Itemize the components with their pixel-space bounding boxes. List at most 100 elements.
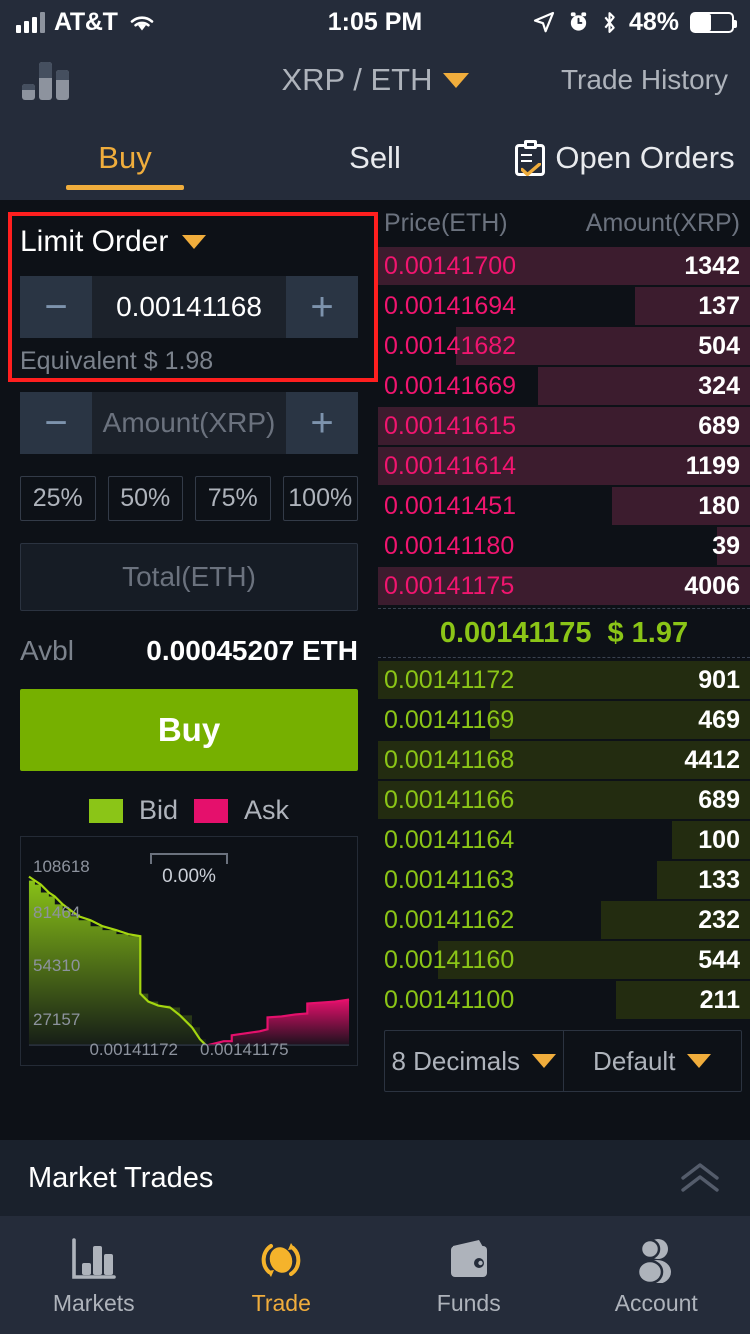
ask-amount: 1199 [686, 452, 740, 481]
caret-down-icon [687, 1054, 711, 1068]
legend-bid-label: Bid [139, 795, 178, 826]
ask-amount: 324 [698, 372, 740, 401]
orderbook-ask-row[interactable]: 0.00141615 689 [378, 406, 750, 446]
orderbook-ask-row[interactable]: 0.00141180 39 [378, 526, 750, 566]
depth-x-tick-0: 0.00141172 [89, 1040, 178, 1060]
ask-price: 0.00141451 [384, 492, 516, 521]
nav-item-markets[interactable]: Markets [0, 1233, 188, 1317]
order-type-selector[interactable]: Limit Order [20, 200, 358, 268]
orderbook-bid-row[interactable]: 0.00141163 133 [378, 860, 750, 900]
bid-price: 0.00141166 [384, 786, 514, 815]
bid-price: 0.00141160 [384, 946, 514, 975]
bid-amount: 4412 [684, 746, 740, 775]
orderbook-ask-row[interactable]: 0.00141700 1342 [378, 246, 750, 286]
orderbook-header: Price(ETH) Amount(XRP) [378, 200, 750, 246]
double-chevron-up-icon[interactable] [678, 1161, 722, 1195]
amount-decrement-button[interactable]: − [20, 392, 92, 454]
caret-down-icon [443, 73, 469, 88]
wallet-icon [443, 1233, 495, 1283]
battery-icon [690, 12, 734, 33]
ask-amount: 137 [698, 292, 740, 321]
percent-button-75[interactable]: 75% [195, 476, 271, 521]
market-trades-bar[interactable]: Market Trades [0, 1140, 750, 1216]
tab-open-orders[interactable]: Open Orders [500, 116, 750, 200]
orderbook-ask-row[interactable]: 0.00141669 324 [378, 366, 750, 406]
price-decrement-button[interactable]: − [20, 276, 92, 338]
ask-swatch-icon [194, 799, 228, 823]
depth-y-tick-0: 108618 [33, 857, 90, 877]
location-arrow-icon [532, 10, 556, 34]
tab-buy[interactable]: Buy [0, 116, 250, 200]
equivalent-label: Equivalent $ 1.98 [20, 338, 358, 384]
orderbook-panel: Price(ETH) Amount(XRP) 0.00141700 1342 0… [378, 200, 750, 1152]
nav-item-account[interactable]: Account [563, 1233, 750, 1317]
bid-amount: 232 [698, 906, 740, 935]
orderbook-ask-row[interactable]: 0.00141614 1199 [378, 446, 750, 486]
battery-percent-label: 48% [629, 8, 679, 37]
orderbook-bid-row[interactable]: 0.00141164 100 [378, 820, 750, 860]
ask-price: 0.00141700 [384, 252, 516, 281]
bid-price: 0.00141168 [384, 746, 514, 775]
percent-buttons: 25% 50% 75% 100% [20, 476, 358, 521]
orderbook-price-header: Price(ETH) [384, 209, 508, 238]
ask-amount: 1342 [684, 252, 740, 281]
orderbook-bid-row[interactable]: 0.00141169 469 [378, 700, 750, 740]
caret-down-icon [182, 235, 206, 249]
bar-chart-icon [68, 1233, 120, 1283]
orderbook-controls: 8 Decimals Default [384, 1030, 742, 1092]
bid-price: 0.00141169 [384, 706, 514, 735]
percent-button-25[interactable]: 25% [20, 476, 96, 521]
price-increment-button[interactable]: + [286, 276, 358, 338]
view-select-label: Default [593, 1046, 675, 1077]
orderbook-ask-row[interactable]: 0.00141682 504 [378, 326, 750, 366]
bid-amount: 469 [698, 706, 740, 735]
orderbook-mid-price: 0.00141175 $ 1.97 [378, 608, 750, 658]
amount-input[interactable]: Amount(XRP) [92, 392, 286, 454]
legend-ask-label: Ask [244, 795, 289, 826]
buy-button[interactable]: Buy [20, 689, 358, 771]
status-bar: AT&T 1:05 PM 48% [0, 0, 750, 44]
tab-sell[interactable]: Sell [250, 116, 500, 200]
orderbook-ask-row[interactable]: 0.00141694 137 [378, 286, 750, 326]
price-stepper: − 0.00141168 + [20, 276, 358, 338]
orderbook-bid-row[interactable]: 0.00141100 211 [378, 980, 750, 1020]
trade-tabs: Buy Sell Open Orders [0, 116, 750, 200]
mid-price-value: 0.00141175 [440, 617, 592, 650]
bar-chart-icon[interactable] [22, 60, 84, 100]
price-input[interactable]: 0.00141168 [92, 276, 286, 338]
depth-y-tick-2: 54310 [33, 956, 80, 976]
trade-refresh-icon [255, 1233, 307, 1283]
orderbook-bid-row[interactable]: 0.00141160 544 [378, 940, 750, 980]
depth-chart[interactable]: 108618 81464 54310 27157 0.00% 0.0014117… [20, 836, 358, 1066]
amount-stepper: − Amount(XRP) + [20, 392, 358, 454]
bid-amount: 133 [698, 866, 740, 895]
nav-item-funds[interactable]: Funds [375, 1233, 563, 1317]
tab-buy-label: Buy [98, 140, 151, 176]
ask-price: 0.00141180 [384, 532, 514, 561]
caret-down-icon [532, 1054, 556, 1068]
view-select[interactable]: Default [563, 1031, 742, 1091]
total-input[interactable]: Total(ETH) [20, 543, 358, 611]
orderbook-ask-row[interactable]: 0.00141175 4006 [378, 566, 750, 606]
trade-history-button[interactable]: Trade History [561, 64, 728, 96]
orderbook-bid-row[interactable]: 0.00141166 689 [378, 780, 750, 820]
available-balance: Avbl 0.00045207 ETH [20, 635, 358, 667]
nav-label-trade: Trade [252, 1290, 311, 1317]
wifi-icon [127, 11, 157, 33]
amount-increment-button[interactable]: + [286, 392, 358, 454]
percent-button-100[interactable]: 100% [283, 476, 359, 521]
bid-price: 0.00141172 [384, 666, 514, 695]
orderbook-bid-row[interactable]: 0.00141172 901 [378, 660, 750, 700]
clipboard-check-icon [515, 140, 545, 176]
orderbook-bid-row[interactable]: 0.00141162 232 [378, 900, 750, 940]
bid-amount: 544 [698, 946, 740, 975]
orderbook-ask-row[interactable]: 0.00141451 180 [378, 486, 750, 526]
decimals-select[interactable]: 8 Decimals [385, 1031, 563, 1091]
available-label: Avbl [20, 635, 74, 667]
percent-button-50[interactable]: 50% [108, 476, 184, 521]
nav-item-trade[interactable]: Trade [188, 1233, 376, 1317]
market-trades-title: Market Trades [28, 1162, 213, 1195]
ask-amount: 39 [712, 532, 740, 561]
app-header: XRP / ETH Trade History [0, 44, 750, 116]
orderbook-bid-row[interactable]: 0.00141168 4412 [378, 740, 750, 780]
